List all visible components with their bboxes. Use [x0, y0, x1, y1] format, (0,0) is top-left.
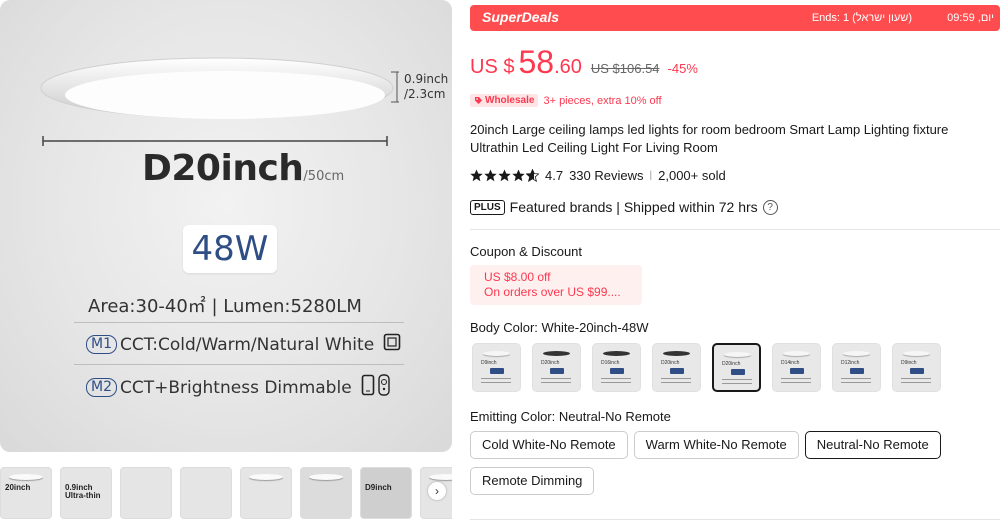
thickness-inch: 0.9inch	[404, 72, 449, 86]
color-swatch[interactable]: D12inch	[832, 343, 881, 392]
mode-2-tag: M2	[86, 378, 117, 397]
thumbnail[interactable]: D9inch	[360, 467, 412, 519]
plus-row: PLUS Featured brands | Shipped within 72…	[470, 199, 778, 215]
color-swatch[interactable]: D16inch	[592, 343, 641, 392]
review-count[interactable]: 330 Reviews	[569, 168, 643, 183]
color-swatch[interactable]: D14inch	[772, 343, 821, 392]
section-divider	[470, 229, 1000, 230]
superdeals-ends: Ends: 1 (שעון ישראל)	[811, 12, 912, 24]
thumbnail[interactable]	[180, 467, 232, 519]
coupon-card[interactable]: US $8.00 off On orders over US $99....	[470, 265, 642, 305]
price-decimal: .60	[554, 56, 582, 78]
mode-1-text: CCT:Cold/Warm/Natural White	[120, 334, 375, 355]
color-swatch[interactable]: D9inch	[892, 343, 941, 392]
wall-switch-icon	[383, 333, 401, 356]
thumbnail-next-button[interactable]: ›	[428, 482, 446, 500]
thumbnail[interactable]: 20inch	[0, 467, 52, 519]
discount-percent: -45%	[667, 61, 698, 76]
main-product-image[interactable]: 0.9inch /2.3cm D20inch/50cm 48W Area:30-…	[0, 0, 452, 452]
price-integer: 58	[518, 44, 555, 80]
info-icon[interactable]: ?	[762, 199, 778, 215]
thumbnail[interactable]	[240, 467, 292, 519]
thumbnail-strip: 20inch 0.9inch Ultra-thin D9inch	[0, 467, 452, 523]
emitting-color-label: Emitting Color: Neutral-No Remote	[470, 409, 671, 424]
coupon-label: Coupon & Discount	[470, 244, 583, 259]
option-warm-white[interactable]: Warm White-No Remote	[633, 431, 799, 459]
price-row: US $ 58 .60 US $106.54 -45%	[470, 44, 698, 81]
thickness-bracket	[391, 71, 399, 103]
star-icon	[470, 169, 483, 182]
coupon-condition: On orders over US $99....	[484, 285, 621, 299]
diameter-dimension-line	[42, 136, 388, 146]
thickness-label: 0.9inch /2.3cm	[404, 72, 448, 102]
color-swatch[interactable]: D9inch	[472, 343, 521, 392]
superdeals-banner: SuperDeals Ends: 1 (שעון ישראל) יום, 09:…	[470, 5, 1000, 31]
plus-text: Featured brands | Shipped within 72 hrs	[509, 199, 758, 215]
coupon-amount: US $8.00 off	[484, 270, 551, 284]
spec-divider	[74, 322, 404, 323]
wattage-badge: 48W	[183, 225, 277, 273]
mode-1-tag: M1	[86, 335, 117, 354]
star-rating	[470, 169, 539, 182]
option-cold-white[interactable]: Cold White-No Remote	[470, 431, 628, 459]
thumbnail[interactable]: 0.9inch Ultra-thin	[60, 467, 112, 519]
star-icon	[512, 169, 525, 182]
star-icon	[484, 169, 497, 182]
half-star-icon	[526, 169, 539, 182]
thumbnail[interactable]	[300, 467, 352, 519]
thumbnail[interactable]	[120, 467, 172, 519]
option-remote-dimming[interactable]: Remote Dimming	[470, 467, 595, 495]
plus-badge: PLUS	[470, 199, 505, 215]
phone-icon	[361, 374, 375, 401]
color-swatch[interactable]: D20inch	[652, 343, 701, 392]
rating-separator: |	[649, 170, 653, 181]
price-currency: US $	[470, 56, 515, 78]
mode-2-text: CCT+Brightness Dimmable	[120, 377, 352, 398]
body-color-swatches: D9inch D20inch D16inch D20inch D20inch D…	[472, 343, 941, 392]
product-info-panel: SuperDeals Ends: 1 (שעון ישראל) יום, 09:…	[470, 0, 1000, 523]
original-price: US $106.54	[590, 61, 660, 76]
option-neutral[interactable]: Neutral-No Remote	[804, 431, 941, 459]
color-swatch[interactable]: D20inch	[532, 343, 581, 392]
mode-2-row: M2 CCT+Brightness Dimmable	[86, 374, 390, 401]
diameter-label: D20inch/50cm	[142, 148, 344, 189]
section-divider	[470, 519, 1000, 520]
remote-icon	[377, 374, 390, 401]
wholesale-text: 3+ pieces, extra 10% off	[543, 94, 662, 107]
superdeals-title: SuperDeals	[482, 9, 560, 25]
body-color-label: Body Color: White-20inch-48W	[470, 320, 649, 335]
rating-row[interactable]: 4.7 330 Reviews | 2,000+ sold	[470, 168, 726, 183]
ceiling-lamp-illustration	[40, 57, 394, 119]
wholesale-row: Wholesale 3+ pieces, extra 10% off	[470, 94, 662, 107]
superdeals-time: יום, 09:59	[947, 12, 994, 24]
diameter-inch: D20inch	[142, 148, 304, 189]
tag-icon	[475, 97, 482, 104]
rating-score: 4.7	[545, 168, 564, 183]
wholesale-badge-label: Wholesale	[485, 95, 535, 106]
wholesale-badge: Wholesale	[470, 94, 539, 107]
mode-1-row: M1 CCT:Cold/Warm/Natural White	[86, 333, 401, 356]
star-icon	[498, 169, 511, 182]
sold-count: 2,000+ sold	[658, 168, 726, 183]
thickness-cm: /2.3cm	[404, 87, 446, 101]
color-swatch-selected[interactable]: D20inch	[712, 343, 761, 392]
emitting-color-options: Cold White-No Remote Warm White-No Remot…	[470, 431, 990, 495]
area-lumen-spec: Area:30-40㎡ | Lumen:5280LM	[88, 296, 362, 317]
product-title: 20inch Large ceiling lamps led lights fo…	[470, 122, 949, 155]
diameter-cm: /50cm	[303, 169, 345, 184]
spec-divider	[74, 364, 404, 365]
